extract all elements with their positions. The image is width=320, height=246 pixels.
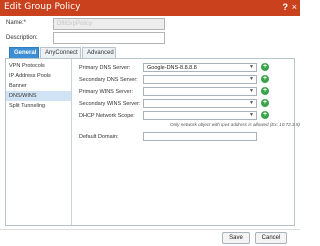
tab-anyconnect[interactable]: AnyConnect <box>40 47 81 58</box>
close-icon[interactable]: × <box>292 2 297 12</box>
chevron-down-icon: ▼ <box>249 76 254 82</box>
dialog-titlebar: Edit Group Policy ? × <box>0 0 300 16</box>
secondary-dns-select[interactable]: ▼ <box>143 75 257 84</box>
help-icon[interactable]: ? <box>283 2 289 12</box>
add-icon[interactable]: + <box>261 111 269 119</box>
add-icon[interactable]: + <box>261 63 269 71</box>
dhcp-scope-select[interactable]: ▼ <box>143 111 257 120</box>
chevron-down-icon: ▼ <box>249 100 254 106</box>
save-button[interactable]: Save <box>222 232 250 244</box>
secondary-dns-label: Secondary DNS Server: <box>79 77 138 83</box>
name-label: Name:* <box>6 20 27 26</box>
footer-divider <box>0 229 300 230</box>
dns-wins-settings: Primary DNS Server: Google-DNS-8.8.8.8 ▼… <box>72 59 300 225</box>
primary-wins-select[interactable]: ▼ <box>143 87 257 96</box>
add-icon[interactable]: + <box>261 87 269 95</box>
add-icon[interactable]: + <box>261 99 269 107</box>
primary-dns-value: Google-DNS-8.8.8.8 <box>147 65 197 71</box>
chevron-down-icon: ▼ <box>249 112 254 118</box>
tab-panel: VPN Protocols IP Address Pools Banner DN… <box>5 58 300 226</box>
sidebar-item-banner[interactable]: Banner <box>6 81 71 91</box>
cancel-button[interactable]: Cancel <box>255 232 287 244</box>
dialog-title: Edit Group Policy <box>4 2 81 12</box>
dhcp-scope-label: DHCP Network Scope: <box>79 113 135 119</box>
default-domain-input[interactable] <box>143 132 257 141</box>
sidebar-item-ip-address-pools[interactable]: IP Address Pools <box>6 71 71 81</box>
description-field[interactable] <box>53 32 165 44</box>
sidebar-item-split-tunneling[interactable]: Split Tunneling <box>6 101 71 111</box>
tab-general[interactable]: General <box>9 47 39 58</box>
sidebar: VPN Protocols IP Address Pools Banner DN… <box>6 59 72 225</box>
chevron-down-icon: ▼ <box>249 88 254 94</box>
add-icon[interactable]: + <box>261 75 269 83</box>
name-field: DfltGrpPolicy <box>53 18 165 30</box>
chevron-down-icon: ▼ <box>249 64 254 70</box>
primary-dns-label: Primary DNS Server: <box>79 65 131 71</box>
default-domain-label: Default Domain: <box>79 134 119 140</box>
sidebar-item-vpn-protocols[interactable]: VPN Protocols <box>6 61 71 71</box>
description-label: Description: <box>6 35 38 41</box>
dhcp-scope-hint: Only network object with ipv4 address is… <box>170 122 300 127</box>
secondary-wins-select[interactable]: ▼ <box>143 99 257 108</box>
primary-dns-select[interactable]: Google-DNS-8.8.8.8 ▼ <box>143 63 257 72</box>
secondary-wins-label: Secondary WINS Server: <box>79 101 141 107</box>
tab-advanced[interactable]: Advanced <box>82 47 116 58</box>
sidebar-item-dns-wins[interactable]: DNS/WINS <box>6 91 71 101</box>
primary-wins-label: Primary WINS Server: <box>79 89 134 95</box>
